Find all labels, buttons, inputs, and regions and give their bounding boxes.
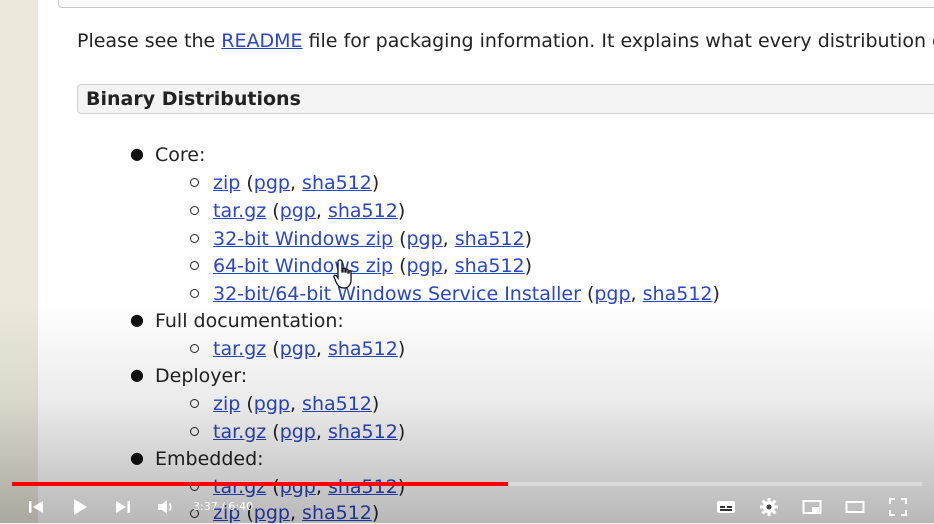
pgp-link[interactable]: pgp [594,283,630,305]
top-box [58,0,934,8]
download-link[interactable]: 32-bit Windows zip [213,228,393,250]
left-margin [0,0,39,523]
download-row: tar.gz (pgp, sha512) [213,200,406,222]
download-link[interactable]: tar.gz [213,200,266,222]
bullet-icon: ● [130,365,144,384]
circle-bullet-icon [190,234,199,243]
sha512-link[interactable]: sha512 [302,393,372,415]
sha512-link[interactable]: sha512 [455,228,525,250]
theater-icon[interactable] [841,490,869,523]
download-row: 64-bit Windows zip (pgp, sha512) [213,255,533,277]
fullscreen-icon[interactable] [884,490,912,523]
settings-icon[interactable] [755,490,783,523]
download-row: 32-bit Windows zip (pgp, sha512) [213,228,533,250]
group-label-core: Core: [155,144,206,166]
pgp-link[interactable]: pgp [280,338,316,360]
circle-bullet-icon [190,427,199,436]
group-label-deployer: Deployer: [155,365,248,387]
pgp-link[interactable]: pgp [406,255,442,277]
download-row: tar.gz (pgp, sha512) [213,421,406,443]
pgp-link[interactable]: pgp [280,421,316,443]
group-label-embedded: Embedded: [155,448,264,470]
download-row: zip (pgp, sha512) [213,393,380,415]
hand-cursor-icon [333,259,352,289]
sha512-link[interactable]: sha512 [643,283,713,305]
time-display: 3:37 / 6:40 [193,500,254,513]
pgp-link[interactable]: pgp [280,200,316,222]
download-row: zip (pgp, sha512) [213,172,380,194]
circle-bullet-icon [190,206,199,215]
sha512-link[interactable]: sha512 [302,172,372,194]
section-title: Binary Distributions [86,88,301,110]
pgp-link[interactable]: pgp [254,393,290,415]
download-link[interactable]: tar.gz [213,338,266,360]
sha512-link[interactable]: sha512 [455,255,525,277]
progress-bar[interactable] [12,482,922,486]
pgp-link[interactable]: pgp [406,228,442,250]
player-controls: 3:37 / 6:40 [0,490,934,523]
volume-icon[interactable] [152,490,180,523]
readme-link[interactable]: README [221,30,302,52]
subtitles-icon[interactable] [712,490,740,523]
miniplayer-icon[interactable] [798,490,826,523]
intro-text: Please see the README file for packaging… [77,30,934,52]
sha512-link[interactable]: sha512 [328,200,398,222]
download-link[interactable]: zip [213,393,240,415]
play-icon[interactable] [66,490,94,523]
circle-bullet-icon [190,289,199,298]
progress-played [12,482,508,486]
bullet-icon: ● [130,144,144,163]
download-link[interactable]: tar.gz [213,421,266,443]
next-icon[interactable] [109,490,137,523]
bullet-icon: ● [130,448,144,467]
circle-bullet-icon [190,399,199,408]
previous-icon[interactable] [22,490,50,523]
download-row: 32-bit/64-bit Windows Service Installer … [213,283,720,305]
section-header: Binary Distributions [77,84,934,114]
download-link[interactable]: 32-bit/64-bit Windows Service Installer [213,283,581,305]
circle-bullet-icon [190,261,199,270]
circle-bullet-icon [190,178,199,187]
download-link[interactable]: zip [213,172,240,194]
sha512-link[interactable]: sha512 [328,421,398,443]
download-link[interactable]: 64-bit Windows zip [213,255,393,277]
bullet-icon: ● [130,310,144,329]
sha512-link[interactable]: sha512 [328,338,398,360]
web-page: Please see the README file for packaging… [38,0,934,524]
intro-before: Please see the [77,30,222,52]
group-label-documentation: Full documentation: [155,310,344,332]
intro-after: file for packaging information. It expla… [302,30,934,52]
pgp-link[interactable]: pgp [254,172,290,194]
download-row: tar.gz (pgp, sha512) [213,338,406,360]
circle-bullet-icon [190,344,199,353]
